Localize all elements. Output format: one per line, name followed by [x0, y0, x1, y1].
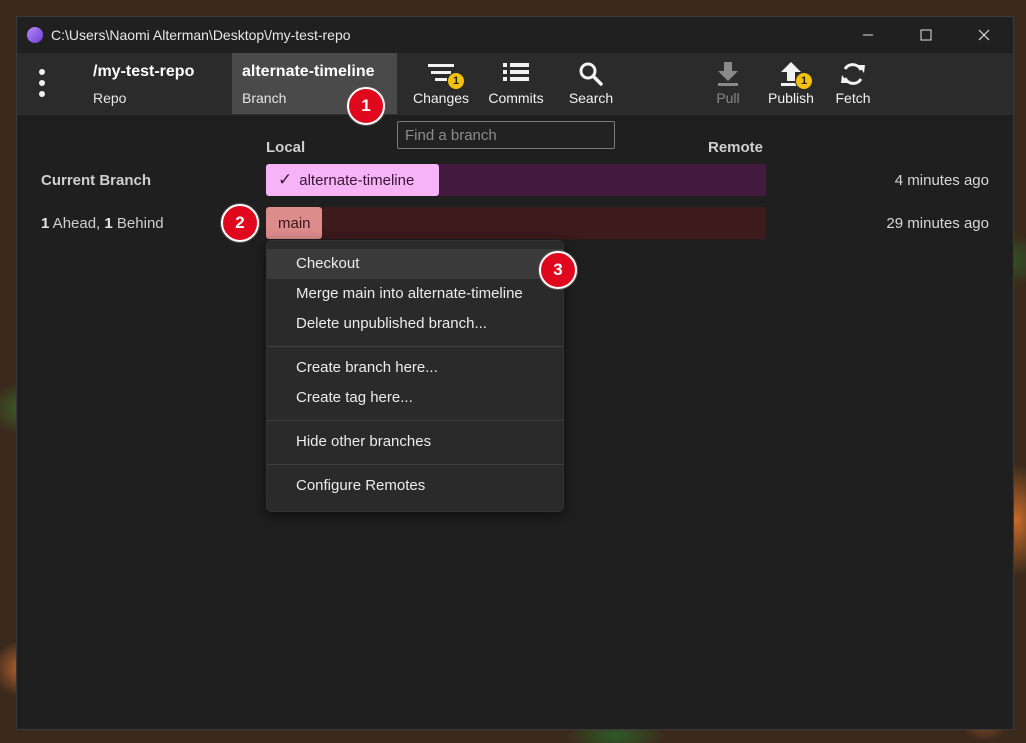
pull-button[interactable]: Pull [698, 53, 758, 114]
behind-text: Behind [112, 215, 164, 232]
repo-selector[interactable]: /my-test-repo Repo [83, 53, 223, 114]
ahead-behind-label: 1 Ahead, 1 Behind [41, 215, 164, 232]
main-branch-name: main [278, 214, 311, 232]
repo-label: Repo [93, 90, 127, 106]
main-branch-chip[interactable]: main [266, 207, 322, 239]
commits-button[interactable]: Commits [481, 53, 551, 114]
current-branch-name: alternate-timeline [299, 171, 415, 189]
behind-count: 1 [104, 215, 113, 232]
changes-button[interactable]: 1 Changes [406, 53, 476, 114]
menu-item-delete-branch[interactable]: Delete unpublished branch... [267, 309, 563, 339]
callout-1: 1 [347, 87, 385, 125]
menu-item-create-tag[interactable]: Create tag here... [267, 383, 563, 413]
branch-search-input[interactable] [397, 121, 615, 149]
local-column-header: Local [266, 139, 306, 156]
current-branch-time: 4 minutes ago [894, 172, 989, 189]
menu-item-checkout[interactable]: Checkout [267, 249, 563, 279]
pull-label: Pull [716, 90, 740, 106]
title-bar[interactable]: C:\Users\Naomi Alterman\Desktop\/my-test… [17, 17, 1013, 53]
changes-label: Changes [412, 90, 470, 106]
minimize-icon[interactable] [839, 17, 897, 53]
branch-label: Branch [242, 90, 287, 106]
current-branch-label: Current Branch [41, 172, 152, 189]
commits-icon [503, 63, 529, 81]
download-icon [718, 62, 738, 86]
app-window: C:\Users\Naomi Alterman\Desktop\/my-test… [16, 16, 1014, 730]
more-options-icon[interactable] [35, 69, 49, 97]
menu-separator [267, 420, 563, 421]
repo-name: /my-test-repo [93, 63, 195, 80]
main-branch-time: 29 minutes ago [886, 215, 989, 232]
remote-column-header: Remote [708, 139, 764, 156]
search-icon [579, 62, 603, 86]
search-button[interactable]: Search [556, 53, 626, 114]
current-branch-chip[interactable]: ✓ alternate-timeline [266, 164, 439, 196]
publish-badge: 1 [795, 72, 813, 90]
callout-3: 3 [539, 251, 577, 289]
main-branch-track [266, 207, 766, 239]
app-logo-icon [27, 27, 43, 43]
fetch-button[interactable]: Fetch [823, 53, 883, 114]
branch-context-menu: Checkout Merge main into alternate-timel… [266, 240, 564, 512]
search-label: Search [568, 90, 614, 106]
ahead-text: Ahead, [49, 215, 105, 232]
toolbar: /my-test-repo Repo alternate-timeline Br… [17, 53, 1013, 115]
changes-badge: 1 [447, 72, 465, 90]
window-title: C:\Users\Naomi Alterman\Desktop\/my-test… [51, 27, 351, 43]
branch-name: alternate-timeline [242, 63, 375, 80]
close-icon[interactable] [955, 17, 1013, 53]
maximize-icon[interactable] [897, 17, 955, 53]
commits-label: Commits [488, 90, 544, 106]
menu-item-create-branch[interactable]: Create branch here... [267, 353, 563, 383]
checkmark-icon: ✓ [278, 170, 293, 189]
menu-item-merge[interactable]: Merge main into alternate-timeline [267, 279, 563, 309]
publish-button[interactable]: 1 Publish [761, 53, 821, 114]
publish-label: Publish [768, 90, 814, 106]
menu-separator [267, 464, 563, 465]
fetch-label: Fetch [835, 90, 871, 106]
menu-separator [267, 346, 563, 347]
refresh-icon [841, 63, 865, 85]
menu-item-configure-remotes[interactable]: Configure Remotes [267, 471, 563, 501]
callout-2: 2 [221, 204, 259, 242]
menu-item-hide-branches[interactable]: Hide other branches [267, 427, 563, 457]
